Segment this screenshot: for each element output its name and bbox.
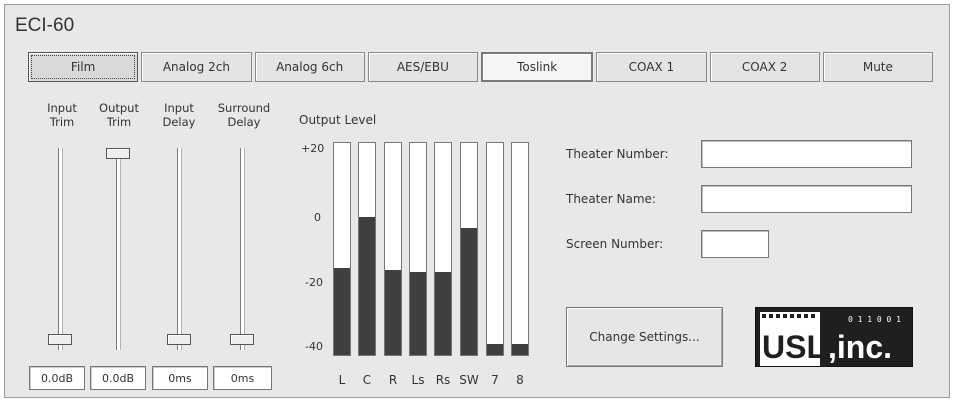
channel-label: Ls [411,373,425,387]
output-trim-value: 0.0dB [90,366,146,390]
label-line: Input [47,101,77,115]
label-line: Trim [49,115,75,129]
input-trim-slider-thumb[interactable] [48,334,72,345]
channel-label: R [388,373,398,387]
usl-logo: 0 1 1 0 0 1 USL,inc. [755,307,913,367]
channel-label: 8 [516,373,524,387]
input-trim-slider-track[interactable] [58,148,63,350]
tab-label: Mute [862,60,893,74]
input-trim-label: Input Trim [40,101,84,129]
tab-label: COAX 2 [741,60,788,74]
meter-rs [434,142,452,356]
tab-coax-2[interactable]: COAX 2 [709,52,820,82]
channel-label: C [362,373,372,387]
output-level-title: Output Level [299,113,377,127]
meter-c [358,142,376,356]
channel-label: SW [459,373,479,387]
app-title: ECI-60 [15,15,75,36]
theater-number-label: Theater Number: [566,147,669,161]
tab-label: AES/EBU [396,60,449,74]
tab-aes-ebu[interactable]: AES/EBU [367,52,478,82]
meter-fill [410,272,426,355]
tab-coax-1[interactable]: COAX 1 [596,52,707,82]
tab-toslink[interactable]: Toslink [481,52,594,82]
channel-label: 7 [491,373,499,387]
label-line: Trim [106,115,132,129]
input-delay-slider-track[interactable] [177,148,182,350]
scale-label: -20 [305,276,323,289]
screen-number-label: Screen Number: [566,237,664,251]
label-line: Output [99,101,139,115]
surround-delay-slider-thumb[interactable] [230,334,254,345]
screen-number-input[interactable] [701,230,769,258]
meter-r [384,142,402,356]
tab-label: COAX 1 [628,60,675,74]
tab-mute[interactable]: Mute [822,52,933,82]
surround-delay-value: 0ms [213,366,272,390]
meter-sw [460,142,478,356]
meter-l [333,142,351,356]
scale-label: +20 [301,142,325,155]
output-trim-slider-track[interactable] [116,148,121,350]
scale-label: -40 [305,340,323,353]
input-delay-slider-thumb[interactable] [167,334,191,345]
meter-fill [461,227,477,355]
input-delay-label: Input Delay [156,101,202,129]
meter-fill [359,217,375,355]
change-settings-button[interactable]: Change Settings... [566,307,723,367]
usl-logo-graphic: 0 1 1 0 0 1 USL,inc. [756,308,912,366]
change-settings-label: Change Settings... [589,330,700,344]
label-line: Delay [227,115,261,129]
channel-label: L [338,373,346,387]
meter-fill [385,270,401,355]
theater-name-label: Theater Name: [566,192,656,206]
meter-7 [486,142,504,356]
meter-fill [512,344,528,355]
meter-fill [487,344,503,355]
logo-digits: 0 1 1 0 0 1 [848,315,901,324]
label-line: Input [164,101,194,115]
meter-fill [334,268,350,355]
output-trim-label: Output Trim [94,101,144,129]
theater-number-input[interactable] [701,140,912,168]
scale-label: 0 [314,211,321,224]
tab-label: Analog 6ch [276,60,344,74]
theater-name-input[interactable] [701,185,912,213]
output-trim-slider-thumb[interactable] [106,148,130,159]
tab-label: Analog 2ch [162,60,230,74]
tab-label: Film [70,60,96,74]
tab-label: Toslink [517,60,558,74]
meter-8 [511,142,529,356]
label-line: Delay [162,115,196,129]
meter-fill [435,272,451,355]
surround-delay-label: Surround Delay [212,101,276,129]
tab-analog-6ch[interactable]: Analog 6ch [254,52,365,82]
channel-label: Rs [435,373,451,387]
label-line: Surround [217,101,271,115]
input-trim-value: 0.0dB [29,366,85,390]
input-delay-value: 0ms [152,366,208,390]
surround-delay-slider-track[interactable] [240,148,245,350]
input-tabs: Film Analog 2ch Analog 6ch AES/EBU Tosli… [28,52,933,82]
tab-analog-2ch[interactable]: Analog 2ch [141,52,252,82]
tab-film[interactable]: Film [28,52,139,82]
meter-ls [409,142,427,356]
